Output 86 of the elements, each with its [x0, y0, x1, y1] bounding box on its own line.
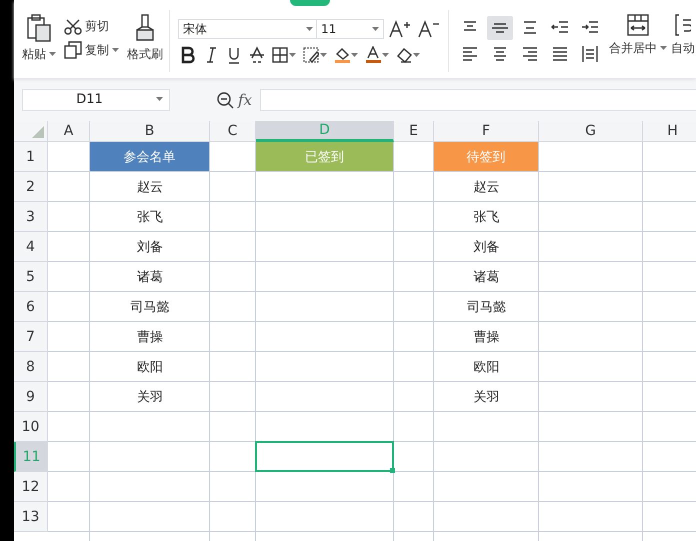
row-header[interactable]: 2	[14, 172, 48, 202]
copy-icon	[64, 41, 82, 59]
merge-center-button[interactable]: 合并居中	[609, 14, 667, 78]
align-center-icon	[491, 45, 509, 63]
merge-cells-icon	[627, 14, 649, 36]
caret-icon	[112, 48, 119, 52]
column-header[interactable]: H	[643, 121, 696, 142]
table-cell-text: 张飞	[136, 209, 164, 227]
table-cell-text: 司马懿	[466, 299, 507, 317]
table-cell-text: 诸葛	[472, 269, 500, 287]
format-painter-button[interactable]: 格式刷	[127, 14, 163, 63]
cut-button[interactable]: 剪切	[64, 18, 119, 35]
cell-style-icon[interactable]	[303, 46, 319, 64]
align-distribute-icon	[581, 45, 599, 63]
row-header[interactable]: 12	[14, 472, 48, 502]
eraser-icon[interactable]	[396, 46, 412, 64]
row-header[interactable]: 1	[14, 142, 48, 172]
underline-icon[interactable]	[226, 46, 242, 64]
strikethrough-icon[interactable]	[249, 46, 265, 64]
table-cell-text: 欧阳	[136, 359, 164, 377]
paste-button[interactable]: 粘贴	[22, 14, 56, 63]
row-header[interactable]: 3	[14, 202, 48, 232]
table-cell-text: 刘备	[472, 239, 500, 257]
row-header[interactable]: 9	[14, 382, 48, 412]
align-middle-button[interactable]	[487, 16, 513, 40]
table-cell-text: 诸葛	[136, 269, 164, 287]
table-cell-text: 关羽	[136, 389, 164, 407]
align-justify-icon	[551, 45, 569, 63]
name-box[interactable]: D11	[22, 88, 170, 110]
clipboard-icon	[26, 14, 52, 42]
table-cell: 已签到	[256, 142, 393, 171]
column-header[interactable]: E	[394, 121, 434, 142]
table-cell: 参会名单	[90, 142, 209, 171]
row-header[interactable]: 8	[14, 352, 48, 382]
formula-input[interactable]	[260, 88, 696, 110]
table-cell-text: 赵云	[472, 179, 500, 197]
caret-icon	[372, 26, 379, 32]
zoom-out-icon[interactable]	[216, 90, 234, 108]
caret-icon	[413, 52, 420, 58]
wrap-icon	[675, 14, 691, 36]
caret-icon	[156, 97, 163, 102]
caret-icon	[351, 52, 358, 58]
row-header[interactable]: 10	[14, 412, 48, 442]
table-cell: 待签到	[434, 142, 538, 171]
copy-button[interactable]: 复制	[64, 41, 119, 59]
table-cell-text: 司马懿	[130, 299, 170, 317]
table-cell-text: 关羽	[472, 389, 500, 407]
column-header[interactable]: C	[210, 121, 256, 142]
table-cell-text: 赵云	[136, 179, 164, 197]
align-left-icon	[461, 45, 479, 63]
caret-icon	[382, 52, 389, 58]
table-cell-text: 刘备	[136, 239, 164, 257]
brush-icon	[134, 14, 156, 42]
table-cell-text: 曹操	[472, 329, 500, 347]
pill-tab[interactable]	[290, 0, 330, 6]
scissors-icon	[64, 18, 82, 34]
caret-icon	[306, 26, 313, 32]
caret-icon	[660, 46, 667, 51]
row-header[interactable]: 5	[14, 262, 48, 292]
decrease-font-icon[interactable]	[418, 20, 440, 38]
row-header[interactable]: 13	[14, 502, 48, 532]
table-cell-text: 欧阳	[472, 359, 500, 377]
align-right-icon	[521, 45, 539, 63]
bold-icon[interactable]	[180, 46, 196, 64]
borders-icon[interactable]	[272, 46, 288, 64]
row-header[interactable]: 4	[14, 232, 48, 262]
column-header[interactable]: F	[434, 121, 539, 142]
column-header[interactable]: A	[48, 121, 90, 142]
corner-triangle-icon	[32, 126, 44, 138]
font-name-dropdown[interactable]: 宋体	[178, 19, 318, 39]
caret-icon	[49, 52, 56, 57]
table-cell-text: 张飞	[472, 209, 500, 227]
fill-color-icon[interactable]	[334, 46, 350, 64]
caret-icon	[289, 52, 296, 58]
row-header[interactable]: 7	[14, 322, 48, 352]
table-cell-text: 曹操	[136, 329, 164, 347]
caret-icon	[320, 52, 327, 58]
selected-cell[interactable]	[255, 441, 394, 472]
column-header[interactable]: B	[90, 121, 210, 142]
font-color-icon[interactable]	[365, 46, 381, 64]
increase-font-icon[interactable]	[389, 20, 411, 38]
font-size-dropdown[interactable]: 11	[316, 19, 384, 39]
wrap-text-button[interactable]: 自动	[671, 14, 695, 78]
function-button[interactable]: fx	[238, 90, 252, 108]
column-header[interactable]: G	[539, 121, 643, 142]
row-header[interactable]: 6	[14, 292, 48, 322]
